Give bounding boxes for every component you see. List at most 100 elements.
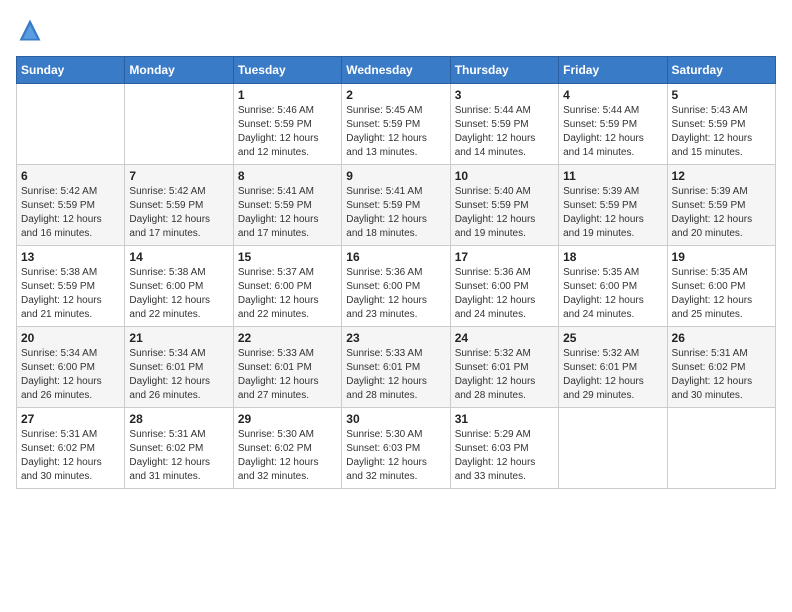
day-number: 7 <box>129 169 228 183</box>
calendar-cell <box>17 84 125 165</box>
calendar-cell: 31 Sunrise: 5:29 AM Sunset: 6:03 PM Dayli… <box>450 408 558 489</box>
day-info: Sunrise: 5:39 AM Sunset: 5:59 PM Dayligh… <box>672 185 771 241</box>
calendar-cell: 21Sunrise: 5:34 AM Sunset: 6:01 PM Dayli… <box>125 327 233 408</box>
calendar-week-row: 20 Sunrise: 5:34 AM Sunset: 6:00 PM Dayli… <box>17 327 776 408</box>
logo-icon <box>16 16 44 44</box>
day-number: 8 <box>238 169 337 183</box>
calendar-cell: 17Sunrise: 5:36 AM Sunset: 6:00 PM Dayli… <box>450 246 558 327</box>
header <box>16 16 776 44</box>
day-info: Sunrise: 5:41 AM Sunset: 5:59 PM Dayligh… <box>346 185 445 241</box>
logo <box>16 16 48 44</box>
day-info: Sunrise: 5:44 AM Sunset: 5:59 PM Dayligh… <box>563 104 662 160</box>
calendar-body: 1 Sunrise: 5:46 AM Sunset: 5:59 PM Daylig… <box>17 84 776 489</box>
day-number: 29 <box>238 412 337 426</box>
day-info: Sunrise: 5:36 AM Sunset: 6:00 PM Dayligh… <box>346 266 445 322</box>
day-info: Sunrise: 5:35 AM Sunset: 6:00 PM Dayligh… <box>672 266 771 322</box>
calendar-cell: 8 Sunrise: 5:41 AM Sunset: 5:59 PM Daylig… <box>233 165 341 246</box>
day-number: 5 <box>672 88 771 102</box>
day-info: Sunrise: 5:44 AM Sunset: 5:59 PM Dayligh… <box>455 104 554 160</box>
calendar-cell: 29 Sunrise: 5:30 AM Sunset: 6:02 PM Dayli… <box>233 408 341 489</box>
calendar-cell: 11 Sunrise: 5:39 AM Sunset: 5:59 PM Dayli… <box>559 165 667 246</box>
calendar-cell: 18Sunrise: 5:35 AM Sunset: 6:00 PM Dayli… <box>559 246 667 327</box>
calendar-cell <box>559 408 667 489</box>
days-of-week-row: SundayMondayTuesdayWednesdayThursdayFrid… <box>17 57 776 84</box>
day-number: 23 <box>346 331 445 345</box>
day-info: Sunrise: 5:43 AM Sunset: 5:59 PM Dayligh… <box>672 104 771 160</box>
calendar-cell: 23 Sunrise: 5:33 AM Sunset: 6:01 PM Dayli… <box>342 327 450 408</box>
day-number: 26 <box>672 331 771 345</box>
day-info: Sunrise: 5:33 AM Sunset: 6:01 PM Dayligh… <box>238 347 337 403</box>
day-number: 9 <box>346 169 445 183</box>
day-info: Sunrise: 5:32 AM Sunset: 6:01 PM Dayligh… <box>563 347 662 403</box>
day-number: 10 <box>455 169 554 183</box>
calendar-cell: 6Sunrise: 5:42 AM Sunset: 5:59 PM Daylig… <box>17 165 125 246</box>
calendar-cell: 1 Sunrise: 5:46 AM Sunset: 5:59 PM Daylig… <box>233 84 341 165</box>
day-of-week-header: Sunday <box>17 57 125 84</box>
day-number: 20 <box>21 331 120 345</box>
calendar-table: SundayMondayTuesdayWednesdayThursdayFrid… <box>16 56 776 489</box>
day-number: 11 <box>563 169 662 183</box>
calendar-cell: 13Sunrise: 5:38 AM Sunset: 5:59 PM Dayli… <box>17 246 125 327</box>
calendar-week-row: 6 Sunrise: 5:42 AM Sunset: 5:59 PM Daylig… <box>17 165 776 246</box>
day-info: Sunrise: 5:41 AM Sunset: 5:59 PM Dayligh… <box>238 185 337 241</box>
calendar-cell: 22Sunrise: 5:33 AM Sunset: 6:01 PM Dayli… <box>233 327 341 408</box>
calendar-cell: 19 Sunrise: 5:35 AM Sunset: 6:00 PM Dayli… <box>667 246 775 327</box>
calendar-cell: 30 Sunrise: 5:30 AM Sunset: 6:03 PM Dayli… <box>342 408 450 489</box>
day-number: 12 <box>672 169 771 183</box>
day-info: Sunrise: 5:30 AM Sunset: 6:03 PM Dayligh… <box>346 428 445 484</box>
day-number: 30 <box>346 412 445 426</box>
calendar-cell: 27Sunrise: 5:31 AM Sunset: 6:02 PM Dayli… <box>17 408 125 489</box>
day-info: Sunrise: 5:45 AM Sunset: 5:59 PM Dayligh… <box>346 104 445 160</box>
day-info: Sunrise: 5:31 AM Sunset: 6:02 PM Dayligh… <box>672 347 771 403</box>
day-number: 6 <box>21 169 120 183</box>
day-of-week-header: Tuesday <box>233 57 341 84</box>
day-info: Sunrise: 5:33 AM Sunset: 6:01 PM Dayligh… <box>346 347 445 403</box>
calendar-week-row: 1 Sunrise: 5:46 AM Sunset: 5:59 PM Daylig… <box>17 84 776 165</box>
calendar-cell: 16Sunrise: 5:36 AM Sunset: 6:00 PM Dayli… <box>342 246 450 327</box>
day-info: Sunrise: 5:38 AM Sunset: 5:59 PM Dayligh… <box>21 266 120 322</box>
calendar-cell: 25Sunrise: 5:32 AM Sunset: 6:01 PM Dayli… <box>559 327 667 408</box>
day-info: Sunrise: 5:40 AM Sunset: 5:59 PM Dayligh… <box>455 185 554 241</box>
day-info: Sunrise: 5:31 AM Sunset: 6:02 PM Dayligh… <box>129 428 228 484</box>
calendar-cell: 20 Sunrise: 5:34 AM Sunset: 6:00 PM Dayli… <box>17 327 125 408</box>
day-info: Sunrise: 5:37 AM Sunset: 6:00 PM Dayligh… <box>238 266 337 322</box>
day-number: 3 <box>455 88 554 102</box>
calendar-header: SundayMondayTuesdayWednesdayThursdayFrid… <box>17 57 776 84</box>
day-number: 18 <box>563 250 662 264</box>
day-info: Sunrise: 5:32 AM Sunset: 6:01 PM Dayligh… <box>455 347 554 403</box>
day-of-week-header: Monday <box>125 57 233 84</box>
day-of-week-header: Wednesday <box>342 57 450 84</box>
calendar-week-row: 13Sunrise: 5:38 AM Sunset: 5:59 PM Dayli… <box>17 246 776 327</box>
calendar-cell: 28 Sunrise: 5:31 AM Sunset: 6:02 PM Dayli… <box>125 408 233 489</box>
day-info: Sunrise: 5:34 AM Sunset: 6:00 PM Dayligh… <box>21 347 120 403</box>
day-of-week-header: Friday <box>559 57 667 84</box>
day-of-week-header: Saturday <box>667 57 775 84</box>
calendar-cell <box>667 408 775 489</box>
calendar-cell: 26 Sunrise: 5:31 AM Sunset: 6:02 PM Dayli… <box>667 327 775 408</box>
calendar-cell: 10 Sunrise: 5:40 AM Sunset: 5:59 PM Dayli… <box>450 165 558 246</box>
calendar-cell: 9 Sunrise: 5:41 AM Sunset: 5:59 PM Daylig… <box>342 165 450 246</box>
day-number: 24 <box>455 331 554 345</box>
calendar-cell: 2Sunrise: 5:45 AM Sunset: 5:59 PM Daylig… <box>342 84 450 165</box>
day-info: Sunrise: 5:30 AM Sunset: 6:02 PM Dayligh… <box>238 428 337 484</box>
day-number: 17 <box>455 250 554 264</box>
day-number: 27 <box>21 412 120 426</box>
day-number: 1 <box>238 88 337 102</box>
calendar-cell: 15 Sunrise: 5:37 AM Sunset: 6:00 PM Dayli… <box>233 246 341 327</box>
day-info: Sunrise: 5:29 AM Sunset: 6:03 PM Dayligh… <box>455 428 554 484</box>
day-number: 15 <box>238 250 337 264</box>
calendar-cell: 24 Sunrise: 5:32 AM Sunset: 6:01 PM Dayli… <box>450 327 558 408</box>
day-number: 19 <box>672 250 771 264</box>
calendar-week-row: 27 Sunrise: 5:31 AM Sunset: 6:02 PM Dayli… <box>17 408 776 489</box>
calendar-cell: 14Sunrise: 5:38 AM Sunset: 6:00 PM Dayli… <box>125 246 233 327</box>
day-number: 31 <box>455 412 554 426</box>
day-info: Sunrise: 5:46 AM Sunset: 5:59 PM Dayligh… <box>238 104 337 160</box>
day-number: 28 <box>129 412 228 426</box>
day-info: Sunrise: 5:34 AM Sunset: 6:01 PM Dayligh… <box>129 347 228 403</box>
calendar-cell: 3 Sunrise: 5:44 AM Sunset: 5:59 PM Daylig… <box>450 84 558 165</box>
calendar-cell <box>125 84 233 165</box>
day-info: Sunrise: 5:39 AM Sunset: 5:59 PM Dayligh… <box>563 185 662 241</box>
calendar-cell: 7 Sunrise: 5:42 AM Sunset: 5:59 PM Daylig… <box>125 165 233 246</box>
day-of-week-header: Thursday <box>450 57 558 84</box>
day-info: Sunrise: 5:42 AM Sunset: 5:59 PM Dayligh… <box>129 185 228 241</box>
